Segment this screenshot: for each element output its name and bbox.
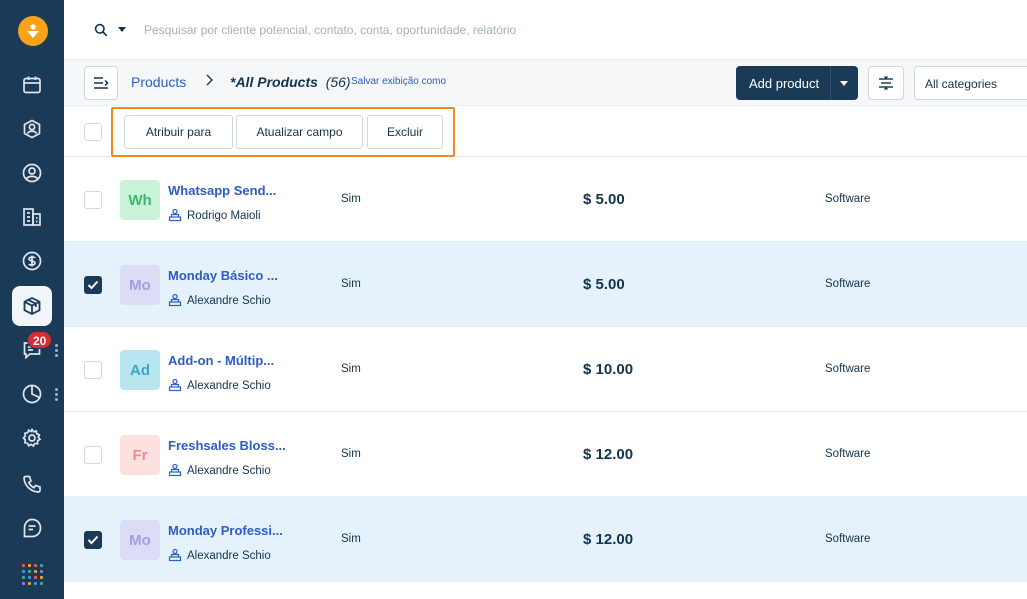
gear-icon[interactable] bbox=[12, 418, 52, 458]
freshsales-logo-icon[interactable] bbox=[18, 16, 48, 46]
row-checkbox[interactable] bbox=[84, 446, 102, 464]
apps-grid-icon[interactable] bbox=[22, 564, 43, 585]
row-checkbox[interactable] bbox=[84, 531, 102, 549]
add-product-label: Add product bbox=[749, 75, 820, 91]
checkmark-icon bbox=[87, 280, 99, 290]
row-checkbox[interactable] bbox=[84, 276, 102, 294]
bulk-action-bar: Atribuir para Atualizar campo Excluir bbox=[64, 106, 1027, 157]
search-input[interactable] bbox=[144, 18, 744, 42]
active-status: Sim bbox=[341, 193, 361, 205]
button-divider bbox=[830, 66, 831, 100]
product-name-link[interactable]: Whatsapp Send... bbox=[168, 183, 276, 198]
breadcrumb-products[interactable]: Products bbox=[131, 74, 186, 90]
table-row[interactable]: Mo Monday Professi... Alexandre Schio Sim $ … bbox=[64, 497, 1027, 582]
filter-lines-icon bbox=[879, 76, 893, 90]
search-icon[interactable] bbox=[94, 23, 108, 37]
notification-badge: 20 bbox=[27, 331, 53, 349]
update-field-button[interactable]: Atualizar campo bbox=[236, 115, 363, 149]
product-avatar: Mo bbox=[120, 520, 160, 560]
view-title: *All Products (56) bbox=[230, 74, 351, 90]
active-status: Sim bbox=[341, 278, 361, 290]
product-category: Software bbox=[825, 278, 871, 290]
product-box-icon[interactable] bbox=[12, 286, 52, 326]
product-name-link[interactable]: Freshsales Bloss... bbox=[168, 438, 286, 453]
table-row[interactable]: Fr Freshsales Bloss... Alexandre Schio Sim $… bbox=[64, 412, 1027, 497]
save-view-as-link[interactable]: Salvar exibição como bbox=[351, 76, 446, 87]
product-category: Software bbox=[825, 363, 871, 375]
calendar-icon[interactable] bbox=[12, 65, 52, 105]
product-name-link[interactable]: Add-on - Múltip... bbox=[168, 353, 274, 368]
product-name-link[interactable]: Monday Básico ... bbox=[168, 268, 278, 283]
category-select[interactable]: All categories bbox=[914, 66, 1027, 100]
phone-icon[interactable] bbox=[12, 464, 52, 504]
menu-collapse-icon bbox=[94, 77, 109, 89]
product-owner: Alexandre Schio bbox=[187, 295, 271, 307]
user-icon[interactable] bbox=[12, 153, 52, 193]
pie-chart-icon[interactable] bbox=[12, 374, 52, 414]
toggle-views-button[interactable] bbox=[84, 66, 118, 100]
view-count: (56) bbox=[325, 74, 351, 90]
owner-icon bbox=[168, 293, 182, 307]
owner-icon bbox=[168, 548, 182, 562]
view-header: Products *All Products (56) Salvar exibi… bbox=[64, 60, 1027, 106]
product-price: $ 5.00 bbox=[583, 191, 625, 208]
product-avatar: Mo bbox=[120, 265, 160, 305]
building-icon[interactable] bbox=[12, 197, 52, 237]
view-name: *All Products bbox=[230, 74, 318, 90]
select-all-checkbox[interactable] bbox=[84, 123, 102, 141]
more-options-icon[interactable] bbox=[55, 388, 59, 403]
product-price: $ 10.00 bbox=[583, 361, 634, 378]
global-search-bar bbox=[64, 0, 1027, 60]
table-row[interactable]: Wh Whatsapp Send... Rodrigo Maioli Sim $ 5.0… bbox=[64, 157, 1027, 242]
row-checkbox[interactable] bbox=[84, 191, 102, 209]
table-row[interactable]: Mo Monday Básico ... Alexandre Schio Sim $ 5… bbox=[64, 242, 1027, 327]
product-category: Software bbox=[825, 448, 871, 460]
product-avatar: Fr bbox=[120, 435, 160, 475]
checkmark-icon bbox=[87, 535, 99, 545]
filter-button[interactable] bbox=[868, 66, 904, 100]
active-status: Sim bbox=[341, 448, 361, 460]
owner-icon bbox=[168, 463, 182, 477]
product-avatar: Wh bbox=[120, 180, 160, 220]
product-price: $ 12.00 bbox=[583, 531, 634, 548]
chevron-down-icon[interactable] bbox=[118, 27, 126, 32]
owner-icon bbox=[168, 378, 182, 392]
product-owner: Alexandre Schio bbox=[187, 550, 271, 562]
product-owner: Alexandre Schio bbox=[187, 465, 271, 477]
more-options-icon[interactable] bbox=[55, 344, 59, 359]
contact-circle-icon[interactable] bbox=[12, 109, 52, 149]
dollar-icon[interactable] bbox=[12, 241, 52, 281]
product-price: $ 5.00 bbox=[583, 276, 625, 293]
chevron-right-icon bbox=[206, 74, 213, 86]
product-category: Software bbox=[825, 193, 871, 205]
sidebar: 20 bbox=[0, 0, 64, 599]
table-row[interactable]: Ad Add-on - Múltip... Alexandre Schio Sim $ … bbox=[64, 327, 1027, 412]
product-name-link[interactable]: Monday Professi... bbox=[168, 523, 283, 538]
delete-button[interactable]: Excluir bbox=[367, 115, 443, 149]
active-status: Sim bbox=[341, 363, 361, 375]
assign-to-button[interactable]: Atribuir para bbox=[124, 115, 233, 149]
product-owner: Rodrigo Maioli bbox=[187, 210, 261, 222]
note-icon[interactable] bbox=[12, 508, 52, 548]
product-price: $ 12.00 bbox=[583, 446, 634, 463]
add-product-button[interactable]: Add product bbox=[736, 66, 858, 100]
product-avatar: Ad bbox=[120, 350, 160, 390]
owner-icon bbox=[168, 208, 182, 222]
row-checkbox[interactable] bbox=[84, 361, 102, 379]
product-category: Software bbox=[825, 533, 871, 545]
chevron-down-icon[interactable] bbox=[840, 80, 848, 86]
active-status: Sim bbox=[341, 533, 361, 545]
product-owner: Alexandre Schio bbox=[187, 380, 271, 392]
